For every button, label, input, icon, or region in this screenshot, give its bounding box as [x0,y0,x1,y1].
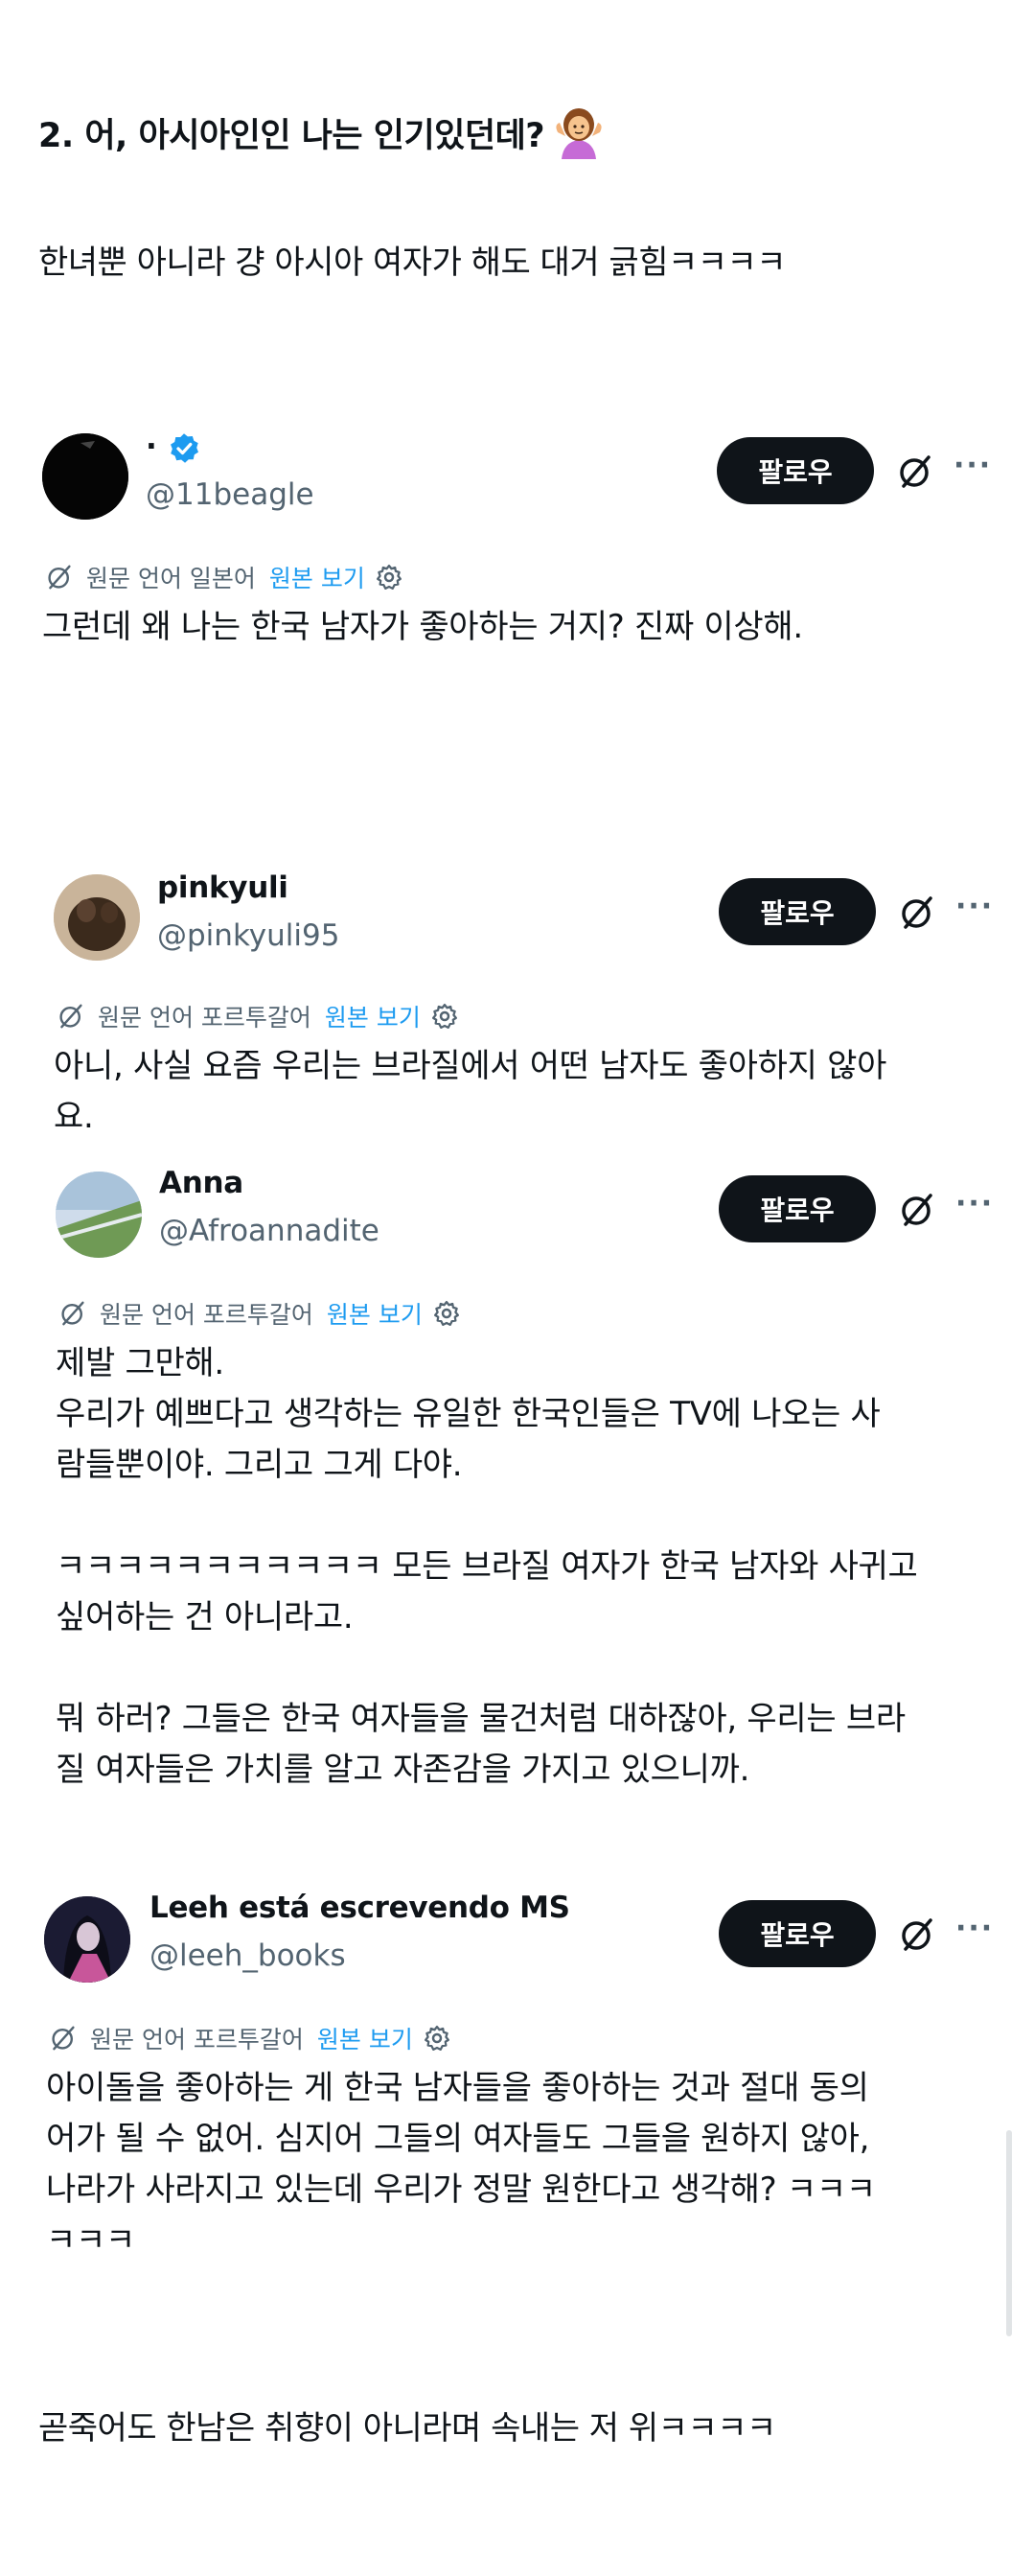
tweet-text: 제발 그만해. 우리가 예쁘다고 생각하는 유일한 한국인들은 TV에 나오는 … [56,1344,918,1789]
author-handle[interactable]: @11beagle [146,477,314,512]
follow-button[interactable]: 팔로우 [719,1900,876,1967]
more-options-icon[interactable]: ··· [955,1187,994,1220]
grok-icon[interactable] [898,893,936,932]
gear-icon[interactable] [423,2024,451,2053]
avatar[interactable] [42,433,128,520]
tweet-text: 그런데 왜 나는 한국 남자가 좋아하는 거지? 진짜 이상해. [42,608,803,646]
show-original-link[interactable]: 원본 보기 [325,999,421,1033]
translation-label: 원문 언어 포르투갈어 [90,2026,304,2054]
post-heading: 2. 어, 아시아인인 나는 인기있던데? [38,104,608,161]
author-name[interactable]: · [146,429,201,466]
translation-label: 원문 언어 포르투갈어 [100,1301,313,1329]
follow-button[interactable]: 팔로우 [719,1175,876,1242]
author-name[interactable]: Leeh está escrevendo MS [149,1891,570,1925]
author-name[interactable]: Anna [159,1166,243,1200]
translation-label: 원문 언어 포르투갈어 [98,1004,311,1032]
tweet-text: 아이돌을 좋아하는 게 한국 남자들을 좋아하는 것과 절대 동의 어가 될 수… [46,2069,876,2260]
more-options-icon[interactable]: ··· [955,1912,994,1945]
grok-icon[interactable] [898,1915,936,1954]
translation-bar: 원문 언어 포르투갈어 원본 보기 [57,1296,461,1331]
author-name-text: · [146,429,157,464]
translate-icon [52,2026,75,2051]
more-options-icon[interactable]: ··· [955,890,994,923]
more-options-icon[interactable]: ··· [954,449,992,482]
author-name[interactable]: pinkyuli [157,870,288,905]
gear-icon[interactable] [375,563,403,592]
gear-icon[interactable] [432,1299,461,1328]
grok-icon[interactable] [896,453,934,491]
person-shrugging-emoji-icon [550,104,608,161]
translate-icon [48,565,71,590]
translate-icon [59,1004,82,1029]
outro-text: 곧죽어도 한남은 취향이 아니라며 속내는 저 위ㅋㅋㅋㅋ [38,2409,776,2448]
heading-text: 2. 어, 아시아인인 나는 인기있던데? [38,116,545,155]
translate-icon [61,1301,84,1326]
follow-button[interactable]: 팔로우 [717,437,874,504]
grok-icon[interactable] [898,1191,936,1229]
translation-label: 원문 언어 일본어 [86,565,256,592]
verified-badge-icon [167,431,201,466]
scrollbar[interactable] [1006,2130,1012,2336]
gear-icon[interactable] [430,1002,459,1031]
intro-text: 한녀뿐 아니라 걍 아시아 여자가 해도 대거 긁힘ㅋㅋㅋㅋ [38,244,787,282]
tweet-text: 아니, 사실 요즘 우리는 브라질에서 어떤 남자도 좋아하지 않아 요. [54,1047,887,1136]
avatar[interactable] [56,1172,142,1258]
follow-button[interactable]: 팔로우 [719,878,876,945]
show-original-link[interactable]: 원본 보기 [327,1296,423,1331]
author-handle[interactable]: @Afroannadite [159,1214,379,1248]
author-handle[interactable]: @pinkyuli95 [157,918,339,953]
avatar[interactable] [44,1896,130,1983]
translation-bar: 원문 언어 포르투갈어 원본 보기 [48,2021,451,2055]
avatar[interactable] [54,874,140,961]
translation-bar: 원문 언어 포르투갈어 원본 보기 [56,999,459,1033]
author-handle[interactable]: @leeh_books [149,1938,346,1973]
show-original-link[interactable]: 원본 보기 [317,2021,413,2055]
show-original-link[interactable]: 원본 보기 [269,560,365,594]
translation-bar: 원문 언어 일본어 원본 보기 [44,560,403,594]
